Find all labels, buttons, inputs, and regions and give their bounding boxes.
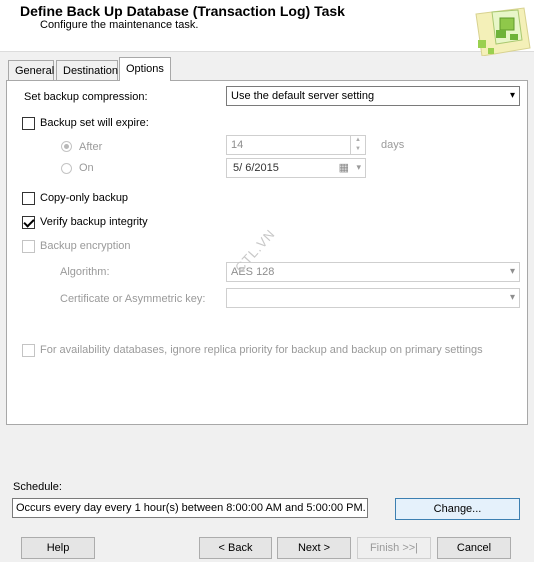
certificate-label: Certificate or Asymmetric key: [60,293,206,305]
expire-checkbox[interactable] [22,117,35,130]
on-date-value: 5/ 6/2015 [233,162,279,174]
schedule-description-field[interactable]: Occurs every day every 1 hour(s) between… [12,498,368,518]
availability-checkbox[interactable] [22,344,35,357]
wizard-header: Define Back Up Database (Transaction Log… [0,0,534,56]
compression-select[interactable]: Use the default server setting ▾ [226,86,520,106]
tab-options[interactable]: Options [119,57,171,81]
chevron-down-icon: ▾ [509,90,515,101]
compression-select-value: Use the default server setting [231,90,375,102]
after-label: After [79,141,103,153]
compression-label: Set backup compression: [24,91,148,103]
back-button[interactable]: < Back [199,537,272,559]
on-label: On [79,162,94,174]
after-unit-label: days [381,139,405,151]
encryption-label: Backup encryption [40,240,131,252]
maintenance-wizard-icon [475,7,531,56]
stepper-up-icon[interactable]: ▲ [351,136,365,145]
verify-checkbox[interactable] [22,216,35,229]
copy-only-checkbox[interactable] [22,192,35,205]
tab-general[interactable]: General [8,60,54,80]
page-subtitle: Configure the maintenance task. [40,19,199,31]
algorithm-select[interactable]: AES 128 ▾ [226,262,520,282]
finish-button[interactable]: Finish >>| [357,537,431,559]
algorithm-label: Algorithm: [60,266,110,278]
encryption-checkbox[interactable] [22,240,35,253]
chevron-down-icon[interactable]: ▾ [356,162,361,173]
stepper-down-icon[interactable]: ▼ [351,145,365,154]
availability-label: For availability databases, ignore repli… [40,344,483,356]
next-button[interactable]: Next > [277,537,351,559]
after-radio[interactable] [61,141,72,152]
verify-label: Verify backup integrity [40,216,148,228]
certificate-select[interactable]: ▾ [226,288,520,308]
calendar-icon[interactable]: ▦ [339,161,349,174]
stepper-buttons[interactable]: ▲ ▼ [350,136,365,154]
chevron-down-icon: ▾ [509,292,515,303]
options-panel [6,80,528,425]
cancel-button[interactable]: Cancel [437,537,511,559]
after-days-stepper[interactable]: 14 ▲ ▼ [226,135,366,155]
schedule-label: Schedule: [13,481,62,493]
copy-only-label: Copy-only backup [40,192,129,204]
tab-destination[interactable]: Destination [56,60,118,80]
help-button[interactable]: Help [21,537,95,559]
after-days-value: 14 [231,139,244,151]
chevron-down-icon: ▾ [509,266,515,277]
change-schedule-button[interactable]: Change... [395,498,520,520]
expire-label: Backup set will expire: [40,117,149,129]
page-title: Define Back Up Database (Transaction Log… [20,3,345,19]
on-date-picker[interactable]: 5/ 6/2015 ▦ ▾ [226,158,366,178]
on-radio[interactable] [61,163,72,174]
